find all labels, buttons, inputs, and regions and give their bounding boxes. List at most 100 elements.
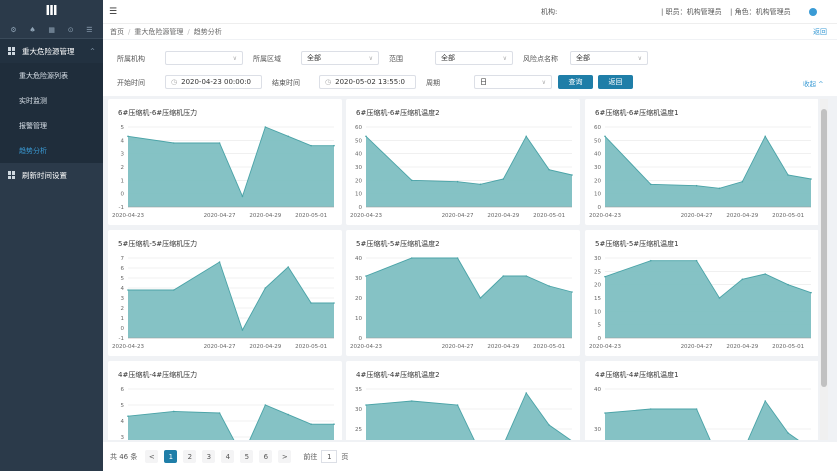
y-tick-label: 30 [355,165,362,171]
chart-point [525,275,528,277]
chart-area [605,260,811,338]
y-tick-label: 0 [359,336,363,342]
chart-point [333,302,335,304]
chart-point [310,302,312,304]
chart-point [287,266,290,268]
chart-point [502,275,505,277]
y-tick-label: 4 [121,138,125,144]
sidebar-group-label: 重大危险源管理 [22,46,75,56]
chart-point [548,424,550,426]
x-tick-label: 2020-04-23 [112,344,144,350]
chart-point [571,174,573,176]
quick-icon-5[interactable]: ☰ [86,26,92,34]
org-select[interactable]: ∨ [165,51,243,65]
return-button[interactable]: 返回 [598,75,633,89]
chart-point [410,400,413,402]
sidebar-item-trend[interactable]: 趋势分析 [0,138,103,163]
y-tick-label: 10 [594,192,601,198]
chart-point [502,178,505,180]
y-tick-label: 6 [121,266,125,272]
y-tick-label: 30 [594,427,601,433]
pagination: 共 46 条 < 1 2 3 4 5 6 > 前往 1 页 [103,442,837,471]
pagination-page-4[interactable]: 4 [221,450,235,463]
pagination-page-6[interactable]: 6 [259,450,273,463]
area-select[interactable]: 全部 ∨ [301,51,379,65]
period-select[interactable]: 日 ∨ [474,75,552,89]
x-tick-label: 2020-04-27 [442,213,474,219]
x-tick-label: 2020-04-23 [350,213,382,219]
menu-toggle-icon[interactable]: ☰ [109,7,117,17]
chevron-down-icon: ∨ [541,78,546,86]
chart-area [366,258,572,338]
chart-point [548,285,550,287]
quick-icon-3[interactable]: ▦ [48,26,55,34]
scrollbar-thumb[interactable] [821,109,827,387]
pagination-page-3[interactable]: 3 [202,450,216,463]
sidebar-item-refresh-settings[interactable]: 刷新时间设置 [0,163,103,187]
end-time-input[interactable]: ◷ 2020-05-02 13:55:0 [319,75,416,89]
y-tick-label: 20 [594,283,601,289]
chart-point [127,289,129,291]
pagination-next-button[interactable]: > [278,450,292,463]
chart-point [218,261,221,263]
risk-select[interactable]: 全部 ∨ [570,51,648,65]
quick-icon-4[interactable]: ⊙ [68,26,74,34]
pagination-page-1[interactable]: 1 [164,450,178,463]
chart-point [695,259,698,262]
chart-point [218,142,221,144]
sidebar-item-realtime[interactable]: 实时监测 [0,88,103,113]
avatar[interactable] [809,7,817,16]
x-tick-label: 2020-04-27 [681,213,713,219]
chart-point [649,408,652,410]
breadcrumb-hazard[interactable]: 重大危险源管理 [134,27,183,37]
x-tick-label: 2020-05-01 [772,213,804,219]
pagination-goto-input[interactable]: 1 [321,450,338,463]
sidebar-item-hazard-list[interactable]: 重大危险源列表 [0,63,103,88]
pagination-page-5[interactable]: 5 [240,450,254,463]
y-tick-label: 3 [121,435,125,440]
sidebar-group-hazard[interactable]: 重大危险源管理 ^ [0,39,103,63]
chart-area [366,393,571,440]
y-tick-label: 5 [121,276,125,282]
y-tick-label: 3 [121,296,125,302]
trend-chart: 0 5 10 15 20 25 30 2020-04-23 2020-04-27 2020-04-… [589,256,812,350]
breadcrumb-home[interactable]: 首页 [110,27,124,37]
quick-icon-2[interactable]: ♠ [29,26,35,34]
y-tick-label: 0 [598,205,602,211]
pagination-prev-button[interactable]: < [145,450,159,463]
y-tick-label: 6 [121,387,125,393]
y-tick-label: 1 [121,316,125,322]
clock-icon: ◷ [171,78,178,86]
start-time-value: 2020-04-23 00:00:0 [181,78,251,86]
start-time-input[interactable]: ◷ 2020-04-23 00:00:0 [165,75,262,89]
x-tick-label: 2020-04-29 [726,213,758,219]
trend-chart-card: 6#压缩机-6#压缩机温度2 0 10 20 30 40 50 60 2020-04-23 202… [346,99,580,225]
x-tick-label: 2020-04-29 [487,344,519,350]
chart-point [548,168,550,171]
chart-point [264,287,267,289]
collapse-toggle[interactable]: 收起 ^ [803,78,824,88]
quick-icon-1[interactable]: ⚙ [10,26,16,34]
chart-point [741,278,744,281]
x-tick-label: 2020-04-27 [204,344,236,350]
x-tick-label: 2020-04-27 [204,213,236,219]
chevron-down-icon: ∨ [232,54,237,62]
chart-point [287,135,290,138]
sidebar: Ⅲ ⚙ ♠ ▦ ⊙ ☰ 重大危险源管理 ^ 重大危险源列表 实时监测 报警管理 … [0,0,103,471]
x-tick-label: 2020-04-23 [589,344,621,350]
pagination-page-2[interactable]: 2 [183,450,197,463]
chart-point [456,257,459,259]
scope-select[interactable]: 全部 ∨ [435,51,513,65]
chevron-down-icon: ∨ [368,54,373,62]
y-tick-label: 40 [355,152,362,158]
y-tick-label: 2 [121,306,125,312]
chart-grid-scrollbar[interactable] [820,99,828,440]
risk-select-value: 全部 [576,54,590,62]
x-tick-label: 2020-04-23 [350,344,382,350]
chevron-up-icon: ^ [89,47,95,55]
chart-point [127,415,129,417]
chart-point [456,404,459,406]
back-link[interactable]: 返回 [813,27,827,37]
sidebar-item-alarm[interactable]: 报警管理 [0,113,103,138]
query-button[interactable]: 查询 [558,75,593,89]
